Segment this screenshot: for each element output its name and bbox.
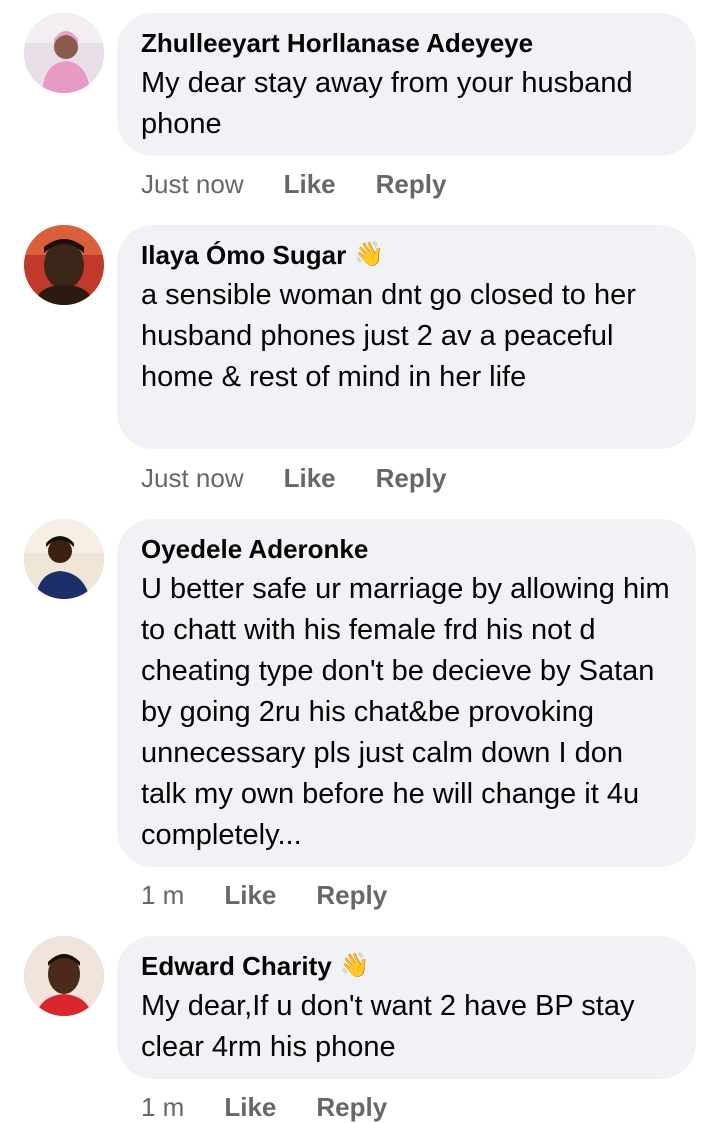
comment-actions: Just now Like Reply: [141, 462, 446, 494]
avatar[interactable]: [24, 519, 104, 599]
comment-bubble: Edward Charity 👋 My dear,If u don't want…: [117, 936, 696, 1079]
waving-hand-icon: 👋: [339, 952, 370, 979]
comment-author-name[interactable]: Oyedele Aderonke: [141, 533, 368, 565]
reply-button[interactable]: Reply: [316, 1091, 387, 1123]
reply-button[interactable]: Reply: [376, 462, 447, 494]
comment-author-name[interactable]: Edward Charity: [141, 950, 332, 982]
comment-text: My dear,If u don't want 2 have BP stay c…: [141, 990, 635, 1063]
comment-timestamp[interactable]: Just now: [141, 168, 244, 200]
comment-timestamp[interactable]: 1 m: [141, 1091, 184, 1123]
comment-timestamp[interactable]: Just now: [141, 462, 244, 494]
avatar[interactable]: [24, 13, 104, 93]
waving-hand-icon: 👋: [354, 241, 385, 268]
comment-bubble: Ilaya Ómo Sugar 👋 a sensible woman dnt g…: [117, 225, 696, 449]
avatar[interactable]: [24, 936, 104, 1016]
reply-button[interactable]: Reply: [316, 879, 387, 911]
reply-button[interactable]: Reply: [376, 168, 447, 200]
avatar-image: [24, 13, 104, 93]
comment-text: a sensible woman dnt go closed to her hu…: [141, 279, 636, 393]
comment-author[interactable]: Zhulleeyart Horllanase Adeyeye: [141, 27, 672, 59]
comment-bubble: Oyedele Aderonke U better safe ur marria…: [117, 519, 696, 867]
comment-author[interactable]: Edward Charity 👋: [141, 950, 672, 982]
avatar-image: [24, 225, 104, 305]
avatar-image: [24, 936, 104, 1016]
comment-actions: Just now Like Reply: [141, 168, 446, 200]
comment-text: U better safe ur marriage by allowing hi…: [141, 573, 670, 851]
comment-author[interactable]: Ilaya Ómo Sugar 👋: [141, 239, 672, 271]
like-button[interactable]: Like: [284, 462, 336, 494]
comment-bubble: Zhulleeyart Horllanase Adeyeye My dear s…: [117, 13, 696, 156]
like-button[interactable]: Like: [224, 1091, 276, 1123]
comment-author[interactable]: Oyedele Aderonke: [141, 533, 672, 565]
comment-author-name[interactable]: Ilaya Ómo Sugar: [141, 239, 346, 271]
like-button[interactable]: Like: [284, 168, 336, 200]
like-button[interactable]: Like: [224, 879, 276, 911]
avatar[interactable]: [24, 225, 104, 305]
comment-actions: 1 m Like Reply: [141, 879, 387, 911]
avatar-image: [24, 519, 104, 599]
comment-timestamp[interactable]: 1 m: [141, 879, 184, 911]
comment-actions: 1 m Like Reply: [141, 1091, 387, 1123]
comment-author-name[interactable]: Zhulleeyart Horllanase Adeyeye: [141, 27, 533, 59]
comment-text: My dear stay away from your husband phon…: [141, 67, 633, 140]
